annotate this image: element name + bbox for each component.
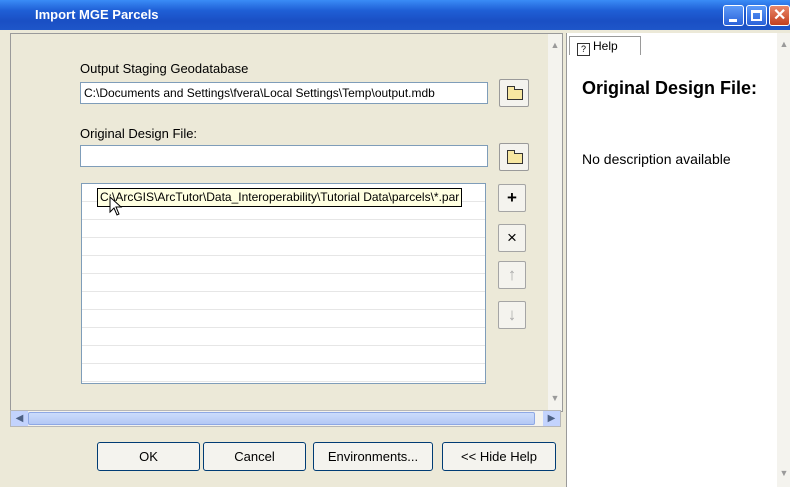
close-button[interactable]: ✕ bbox=[769, 5, 790, 26]
minimize-icon bbox=[729, 19, 737, 22]
add-button[interactable]: + bbox=[498, 184, 526, 212]
panel-vertical-scrollbar[interactable]: ▲ ▼ bbox=[548, 34, 562, 411]
list-item[interactable] bbox=[82, 364, 485, 382]
close-icon: ✕ bbox=[773, 7, 787, 24]
move-up-button[interactable]: ↑ bbox=[498, 261, 526, 289]
design-file-list[interactable]: C:\ArcGIS\ArcTutor\Data_Interoperability… bbox=[81, 183, 486, 384]
environments-button[interactable]: Environments... bbox=[313, 442, 433, 471]
cancel-button[interactable]: Cancel bbox=[203, 442, 306, 471]
output-browse-button[interactable] bbox=[499, 79, 529, 107]
list-item[interactable] bbox=[82, 328, 485, 346]
design-file-label: Original Design File: bbox=[80, 126, 198, 141]
design-file-field[interactable] bbox=[80, 145, 488, 167]
scroll-down-arrow-icon[interactable]: ▼ bbox=[548, 390, 562, 406]
ok-button[interactable]: OK bbox=[97, 442, 200, 471]
scroll-up-arrow-icon[interactable]: ▲ bbox=[777, 36, 790, 52]
list-item[interactable] bbox=[82, 256, 485, 274]
window-title: Import MGE Parcels bbox=[35, 7, 159, 22]
help-title: Original Design File: bbox=[582, 78, 758, 98]
dialog-window: Import MGE Parcels ✕ Output Staging Geod… bbox=[0, 0, 790, 487]
design-browse-button[interactable] bbox=[499, 143, 529, 171]
output-geodatabase-label: Output Staging Geodatabase bbox=[80, 61, 249, 76]
help-icon: ? bbox=[577, 43, 590, 56]
maximize-icon bbox=[751, 10, 762, 21]
scroll-up-arrow-icon[interactable]: ▲ bbox=[548, 37, 562, 53]
maximize-button[interactable] bbox=[746, 5, 767, 26]
minimize-button[interactable] bbox=[723, 5, 744, 26]
path-tooltip: C:\ArcGIS\ArcTutor\Data_Interoperability… bbox=[97, 188, 463, 207]
mouse-pointer-icon bbox=[109, 196, 123, 216]
hide-help-button[interactable]: << Hide Help bbox=[442, 442, 556, 471]
remove-button[interactable]: × bbox=[498, 224, 526, 252]
scroll-thumb[interactable] bbox=[28, 412, 535, 425]
help-vertical-scrollbar[interactable]: ▲ ▼ bbox=[777, 33, 790, 487]
list-item[interactable] bbox=[82, 274, 485, 292]
help-tab-label: Help bbox=[593, 39, 618, 53]
list-item[interactable] bbox=[82, 292, 485, 310]
help-tab[interactable]: ? Help bbox=[569, 36, 641, 56]
scroll-right-arrow-icon[interactable]: ▶ bbox=[543, 411, 560, 426]
folder-open-icon bbox=[507, 86, 523, 100]
move-down-button[interactable]: ↓ bbox=[498, 301, 526, 329]
title-bar[interactable]: Import MGE Parcels ✕ bbox=[0, 0, 790, 30]
folder-open-icon bbox=[507, 150, 523, 164]
list-item[interactable] bbox=[82, 346, 485, 364]
help-description: No description available bbox=[582, 151, 731, 167]
parameters-panel: Output Staging Geodatabase C:\Documents … bbox=[10, 33, 563, 412]
list-item[interactable] bbox=[82, 220, 485, 238]
list-item[interactable] bbox=[82, 310, 485, 328]
horizontal-scrollbar[interactable]: ◀ ▶ bbox=[10, 410, 561, 427]
help-panel: ? Help Original Design File: No descripti… bbox=[566, 33, 790, 487]
scroll-left-arrow-icon[interactable]: ◀ bbox=[11, 411, 28, 426]
list-item[interactable] bbox=[82, 238, 485, 256]
scroll-down-arrow-icon[interactable]: ▼ bbox=[777, 465, 790, 481]
output-geodatabase-field[interactable]: C:\Documents and Settings\fvera\Local Se… bbox=[80, 82, 488, 104]
